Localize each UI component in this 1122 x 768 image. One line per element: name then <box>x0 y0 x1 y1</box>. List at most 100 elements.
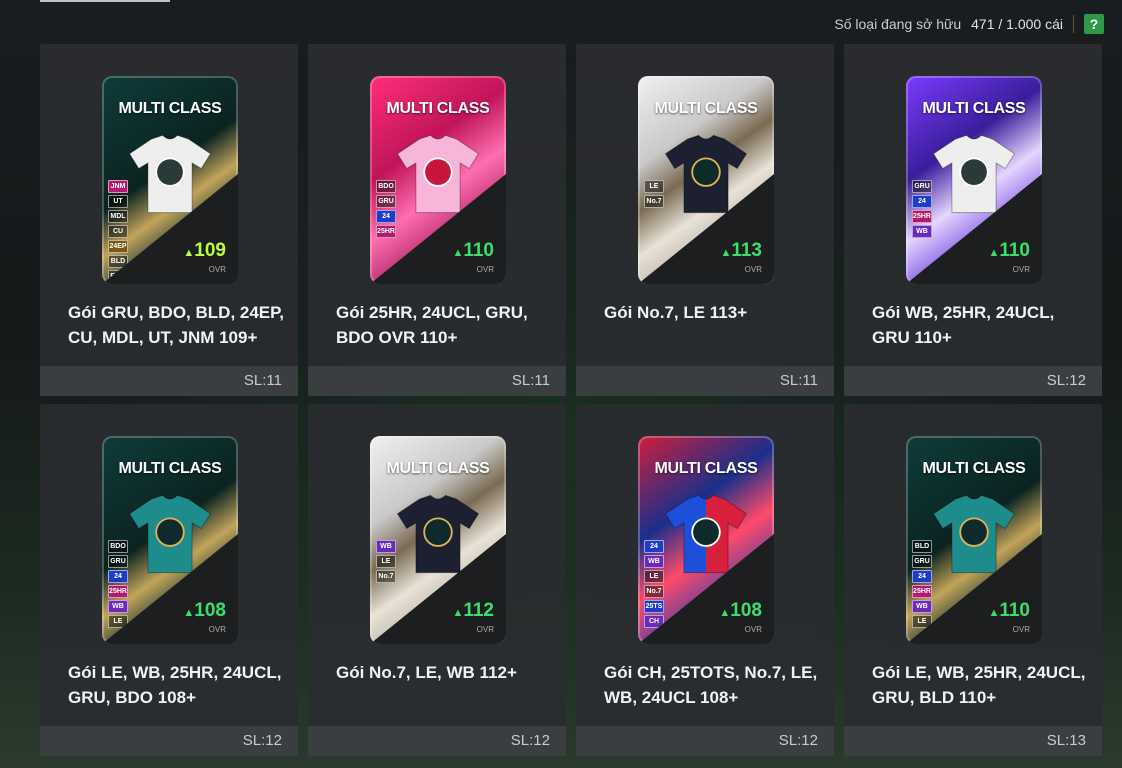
arrow-up-icon: ▲ <box>988 607 1000 619</box>
pack-tile[interactable]: MULTI CLASS WB LE No.7 ▲112 OVR Gói No.7, LE, … <box>308 404 566 756</box>
arrow-up-icon: ▲ <box>452 247 464 259</box>
position-label: CU <box>108 225 128 238</box>
pack-tile[interactable]: MULTI CLASS LE No.7 ▲113 OVR Gói No.7, LE 113… <box>576 44 834 396</box>
position-label: WB <box>376 540 396 553</box>
ball-shield-icon <box>423 157 453 187</box>
position-label: 25TS <box>644 600 664 613</box>
tab-indicator <box>40 0 170 2</box>
pack-name: Gói No.7, LE, WB 112+ <box>336 663 517 682</box>
ovr-value: ▲110 <box>452 240 494 262</box>
pack-tile[interactable]: MULTI CLASS BDO GRU 24 25HR ▲110 OVR Gói 25HR, … <box>308 44 566 396</box>
position-label: MDL <box>108 210 128 223</box>
position-label: GRU <box>108 555 128 568</box>
pack-tile[interactable]: MULTI CLASS BDO GRU 24 25HR WB LE ▲108 OVR Gói LE… <box>40 404 298 756</box>
pack-tile[interactable]: MULTI CLASSJNMUTMDLCU24EPBLDBDOGRU▲109OV… <box>40 44 298 396</box>
ovr-value: ▲108 <box>719 600 762 622</box>
multi-class-badge: MULTI CLASS <box>654 460 758 477</box>
position-label: UT <box>108 195 128 208</box>
ovr-value: ▲110 <box>988 600 1030 622</box>
position-labels: BDO GRU 24 25HR <box>376 180 396 238</box>
ovr-value: ▲112 <box>452 600 494 622</box>
pack-card-image: MULTI CLASS 24 WB LE No.7 25TS CH ▲108 OVR <box>638 436 774 644</box>
arrow-up-icon: ▲ <box>183 247 195 259</box>
position-labels: GRU 24 25HR WB <box>912 180 932 238</box>
pack-name: Gói GRU, BDO, BLD, 24EP, CU, MDL, UT, JN… <box>68 303 285 347</box>
arrow-up-icon: ▲ <box>719 607 731 619</box>
position-label: 25HR <box>912 210 932 223</box>
ovr-label: OVR <box>744 265 762 274</box>
pack-quantity: SL:12 <box>778 732 818 749</box>
pack-card-image: MULTI CLASS BLD GRU 24 25HR WB LE ▲110 OVR <box>906 436 1042 644</box>
multi-class-badge: MULTI CLASS <box>922 100 1026 117</box>
position-label: No.7 <box>644 195 664 208</box>
pack-tile[interactable]: MULTI CLASS 24 WB LE No.7 25TS CH ▲108 OVR Gói CH… <box>576 404 834 756</box>
pack-card-image: MULTI CLASS GRU 24 25HR WB ▲110 OVR <box>906 76 1042 284</box>
position-label: 24 <box>376 210 396 223</box>
arrow-up-icon: ▲ <box>452 607 464 619</box>
pack-quantity: SL:12 <box>242 732 282 749</box>
position-label: 24EP <box>108 240 128 253</box>
position-labels: BLD GRU 24 25HR WB LE <box>912 540 932 628</box>
pack-tile[interactable]: MULTI CLASS GRU 24 25HR WB ▲110 OVR Gói WB, 25H… <box>844 44 1102 396</box>
position-labels: BDO GRU 24 25HR WB LE <box>108 540 128 628</box>
pack-quantity: SL:12 <box>510 732 550 749</box>
position-label: BDO <box>108 540 128 553</box>
cube-icon <box>155 157 185 187</box>
position-label: JNM <box>108 180 128 193</box>
pack-footer: SL:12 <box>40 726 298 756</box>
pack-quantity: SL:12 <box>1046 372 1086 389</box>
pack-footer: SL:11 <box>40 366 298 396</box>
ovr-number: 110 <box>999 240 1030 261</box>
position-label: No.7 <box>376 570 396 583</box>
pack-name: Gói WB, 25HR, 24UCL, GRU 110+ <box>872 303 1055 347</box>
pack-name: Gói LE, WB, 25HR, 24UCL, GRU, BLD 110+ <box>872 663 1086 707</box>
position-label: 24 <box>912 570 932 583</box>
position-labels: LE No.7 <box>644 180 664 208</box>
ovr-label: OVR <box>476 265 494 274</box>
ovr-label: OVR <box>1012 625 1030 634</box>
arrow-up-icon: ▲ <box>720 247 732 259</box>
pack-name: Gói No.7, LE 113+ <box>604 303 748 322</box>
ovr-label: OVR <box>744 625 762 634</box>
pack-footer: SL:12 <box>844 366 1102 396</box>
arrow-up-icon: ▲ <box>183 607 195 619</box>
position-label: BLD <box>912 540 932 553</box>
pack-footer: SL:12 <box>308 726 566 756</box>
ovr-label: OVR <box>208 625 226 634</box>
help-button[interactable]: ? <box>1084 14 1104 34</box>
position-labels: WB LE No.7 <box>376 540 396 583</box>
position-label: WB <box>912 600 932 613</box>
ovr-label: OVR <box>476 625 494 634</box>
multi-class-badge: MULTI CLASS <box>654 100 758 117</box>
position-label: No.7 <box>644 585 664 598</box>
seven-badge-icon <box>691 157 721 187</box>
arrow-up-icon: ▲ <box>988 247 1000 259</box>
pack-footer: SL:11 <box>308 366 566 396</box>
ovr-number: 108 <box>194 600 226 621</box>
ovr-value: ▲113 <box>720 240 762 262</box>
ovr-value: ▲110 <box>988 240 1030 262</box>
multi-class-badge: MULTI CLASS <box>386 100 490 117</box>
position-label: 25HR <box>376 225 396 238</box>
pack-card-image: MULTI CLASSJNMUTMDLCU24EPBLDBDOGRU▲109OV… <box>102 76 238 284</box>
pack-tile[interactable]: MULTI CLASS BLD GRU 24 25HR WB LE ▲110 OVR Gói LE… <box>844 404 1102 756</box>
pack-card-image: MULTI CLASS BDO GRU 24 25HR ▲110 OVR <box>370 76 506 284</box>
ovr-number: 110 <box>463 240 494 261</box>
position-label: BDO <box>376 180 396 193</box>
compass-shield-icon <box>155 517 185 547</box>
multi-class-badge: MULTI CLASS <box>922 460 1026 477</box>
collection-header: Số loại đang sở hữu 471 / 1.000 cái ? <box>834 12 1104 36</box>
ovr-label: OVR <box>208 265 226 274</box>
pack-name: Gói LE, WB, 25HR, 24UCL, GRU, BDO 108+ <box>68 663 282 707</box>
multi-class-badge: MULTI CLASS <box>386 460 490 477</box>
seven-badge-icon <box>423 517 453 547</box>
multi-class-badge: MULTI CLASS <box>118 460 222 477</box>
position-label: WB <box>912 225 932 238</box>
owned-label: Số loại đang sở hữu <box>834 16 962 32</box>
pack-footer: SL:11 <box>576 366 834 396</box>
owned-count: 471 / 1.000 cái <box>971 16 1063 32</box>
diamond-icon <box>959 157 989 187</box>
ovr-number: 112 <box>463 600 494 621</box>
position-label: GRU <box>912 555 932 568</box>
position-labels: 24 WB LE No.7 25TS CH <box>644 540 664 628</box>
